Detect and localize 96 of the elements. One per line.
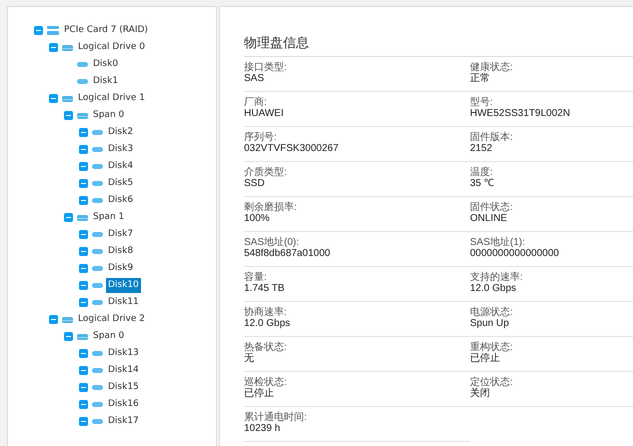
field-label: 支持的速率: — [470, 272, 523, 282]
field-value: 已停止 — [470, 352, 500, 364]
collapse-toggle[interactable] — [49, 94, 58, 103]
field-value: HUAWEI — [244, 108, 284, 120]
field-value: 100% — [244, 212, 270, 224]
tree-item[interactable]: Logical Drive 1 — [76, 91, 147, 106]
collapse-toggle[interactable] — [79, 298, 88, 307]
field-label: 巡检状态: — [244, 376, 287, 388]
field-label: 剩余磨损率: — [244, 202, 297, 212]
field-value: HWE52SS31T9L002N — [470, 108, 570, 120]
tree-item[interactable]: Span 0 — [91, 329, 126, 344]
field-value: 1.745 TB — [244, 282, 284, 294]
collapse-toggle[interactable] — [64, 332, 73, 341]
drive-icon — [77, 112, 88, 118]
tree-item[interactable]: Disk11 — [106, 295, 141, 310]
collapse-toggle[interactable] — [79, 281, 88, 290]
field-value: 关闭 — [470, 388, 490, 400]
tree-item[interactable]: Disk16 — [106, 397, 141, 412]
collapse-toggle[interactable] — [34, 26, 43, 35]
field-label: 型号: — [470, 96, 493, 108]
field-value: 35 ℃ — [470, 178, 494, 190]
drive-icon — [62, 96, 73, 102]
tree-item[interactable]: Disk2 — [106, 125, 136, 140]
collapse-toggle[interactable] — [64, 111, 73, 120]
tree-item[interactable]: Span 1 — [91, 210, 126, 225]
collapse-toggle[interactable] — [79, 179, 88, 188]
field-label: 温度: — [470, 166, 493, 178]
collapse-toggle[interactable] — [79, 128, 88, 137]
field-value: SAS — [244, 72, 264, 84]
collapse-toggle[interactable] — [79, 264, 88, 273]
field-label: 累计通电时间: — [244, 412, 307, 422]
collapse-toggle[interactable] — [79, 366, 88, 375]
tree-item[interactable]: Logical Drive 0 — [76, 40, 147, 55]
field-value: 无 — [244, 352, 254, 364]
tree-item[interactable]: Disk14 — [106, 363, 141, 378]
field-label: 序列号: — [244, 132, 277, 142]
tree-item[interactable]: Disk4 — [106, 159, 136, 174]
tree-item[interactable]: Disk15 — [106, 380, 141, 395]
field-label: 固件状态: — [470, 202, 513, 212]
tree-item[interactable]: Disk0 — [91, 57, 120, 72]
field-label: 固件版本: — [470, 132, 513, 142]
collapse-toggle[interactable] — [79, 247, 88, 256]
field-value: 548f8db687a01000 — [244, 248, 330, 260]
collapse-toggle[interactable] — [79, 383, 88, 392]
field-value: 12.0 Gbps — [244, 318, 290, 330]
collapse-toggle[interactable] — [64, 213, 73, 222]
tree-item[interactable]: Disk1 — [91, 74, 120, 89]
tree-item[interactable]: Disk17 — [106, 414, 141, 429]
field-label: 电源状态: — [470, 306, 513, 318]
field-value: ONLINE — [470, 212, 508, 224]
field-value: 正常 — [470, 72, 490, 84]
tree-item[interactable]: Disk3 — [106, 142, 136, 157]
field-label: 介质类型: — [244, 166, 287, 178]
field-value: Spun Up — [470, 318, 509, 330]
tree-item[interactable]: Disk9 — [106, 261, 136, 276]
collapse-toggle[interactable] — [49, 315, 58, 324]
collapse-toggle[interactable] — [49, 43, 58, 52]
field-value: 已停止 — [244, 388, 274, 400]
collapse-toggle[interactable] — [79, 196, 88, 205]
field-label: 容量: — [244, 272, 267, 282]
field-value: SSD — [244, 178, 265, 190]
tree-item[interactable]: Disk7 — [106, 227, 136, 242]
tree-item[interactable]: Disk8 — [106, 244, 136, 259]
tree-item[interactable]: Disk13 — [106, 346, 141, 361]
field-label: 协商速率: — [244, 306, 287, 318]
field-value: 0000000000000000 — [470, 248, 559, 260]
drive-icon — [77, 334, 88, 340]
tree-item[interactable]: Span 0 — [91, 108, 126, 123]
collapse-toggle[interactable] — [79, 349, 88, 358]
drive-icon — [77, 214, 88, 220]
field-label: SAS地址(0): — [244, 236, 300, 248]
collapse-toggle[interactable] — [79, 230, 88, 239]
collapse-toggle[interactable] — [79, 162, 88, 171]
field-label: 厂商: — [244, 96, 267, 108]
field-label: 健康状态: — [470, 62, 513, 72]
field-value: 032VTVFSK3000267 — [244, 142, 339, 154]
field-label: SAS地址(1): — [470, 236, 526, 248]
tree-item[interactable]: Disk10 — [106, 278, 141, 293]
drive-icon — [62, 316, 73, 322]
field-label: 定位状态: — [470, 376, 513, 388]
tree-item[interactable]: PCIe Card 7 (RAID) — [62, 23, 150, 38]
tree-item[interactable]: Logical Drive 2 — [76, 312, 147, 327]
card-icon — [47, 26, 59, 35]
field-label: 重构状态: — [470, 342, 513, 352]
field-value: 10239 h — [244, 422, 280, 434]
field-label: 热备状态: — [244, 342, 287, 352]
collapse-toggle[interactable] — [79, 417, 88, 426]
field-value: 2152 — [470, 142, 492, 154]
tree-item[interactable]: Disk5 — [106, 176, 136, 191]
drive-icon — [62, 44, 73, 50]
tree-item[interactable]: Disk6 — [106, 193, 136, 208]
section-title: 物理盘信息 — [244, 33, 633, 56]
collapse-toggle[interactable] — [79, 400, 88, 409]
field-value: 12.0 Gbps — [470, 282, 516, 294]
field-label: 接口类型: — [244, 62, 287, 72]
collapse-toggle[interactable] — [79, 145, 88, 154]
